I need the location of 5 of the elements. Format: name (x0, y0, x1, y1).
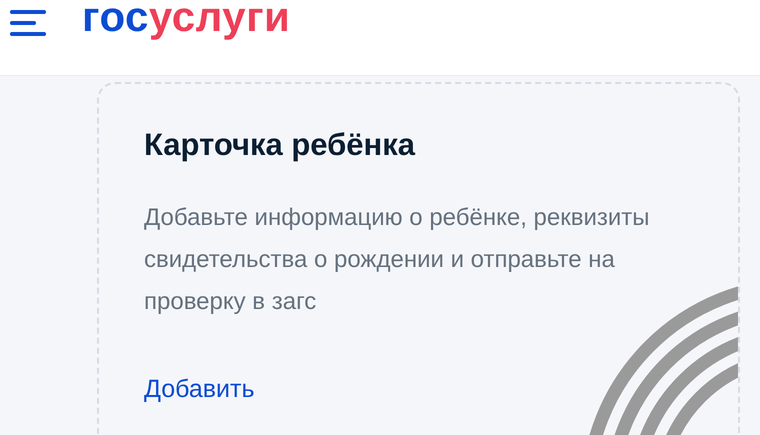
card-title: Карточка ребёнка (144, 126, 416, 164)
card-description: Добавьте информацию о ребёнке, реквизиты свидетельства о рождении и отправьте на проверку в загс (144, 203, 651, 318)
logo[interactable]: госуслуги (82, 0, 290, 38)
menu-icon[interactable] (10, 10, 46, 36)
add-link[interactable]: Добавить (144, 375, 254, 404)
